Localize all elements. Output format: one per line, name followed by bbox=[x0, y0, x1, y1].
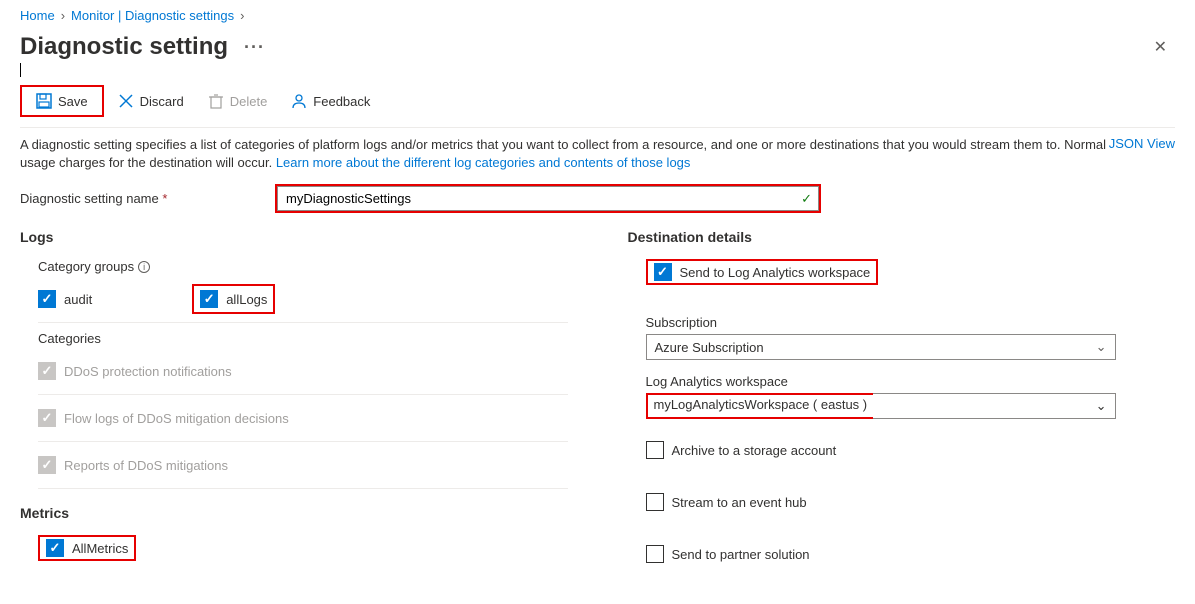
send-la-checkbox[interactable] bbox=[654, 263, 672, 281]
command-bar: Save Discard Delete Feedback bbox=[20, 85, 1175, 117]
name-label: Diagnostic setting name * bbox=[20, 191, 275, 206]
close-icon[interactable]: ✕ bbox=[1146, 33, 1175, 61]
ddos-notify-checkbox bbox=[38, 362, 56, 380]
delete-button: Delete bbox=[198, 89, 278, 113]
logs-title: Logs bbox=[20, 229, 568, 245]
json-view-link[interactable]: JSON View bbox=[1109, 136, 1175, 151]
chevron-down-icon: ⌄ bbox=[1096, 339, 1107, 355]
allmetrics-label: AllMetrics bbox=[72, 541, 128, 556]
trash-icon bbox=[208, 93, 224, 109]
check-icon: ✓ bbox=[801, 191, 812, 207]
feedback-button[interactable]: Feedback bbox=[281, 89, 380, 113]
text-cursor bbox=[20, 63, 21, 77]
chevron-right-icon: › bbox=[240, 8, 244, 23]
learn-more-link[interactable]: Learn more about the different log categ… bbox=[276, 155, 691, 170]
send-la-label: Send to Log Analytics workspace bbox=[680, 265, 871, 280]
partner-label: Send to partner solution bbox=[672, 547, 810, 562]
ddos-flow-checkbox bbox=[38, 409, 56, 427]
ddos-notify-label: DDoS protection notifications bbox=[64, 364, 232, 379]
workspace-select[interactable]: myLogAnalyticsWorkspace ( eastus ) ⌄ bbox=[646, 393, 1116, 419]
ddos-reports-checkbox bbox=[38, 456, 56, 474]
info-icon[interactable]: i bbox=[138, 261, 150, 273]
stream-checkbox[interactable] bbox=[646, 493, 664, 511]
description-text: A diagnostic setting specifies a list of… bbox=[20, 136, 1120, 172]
category-groups-label: Category groups i bbox=[20, 259, 568, 274]
partner-checkbox[interactable] bbox=[646, 545, 664, 563]
save-icon bbox=[36, 93, 52, 109]
discard-button[interactable]: Discard bbox=[108, 89, 194, 113]
archive-checkbox[interactable] bbox=[646, 441, 664, 459]
more-icon[interactable]: ··· bbox=[244, 37, 265, 58]
breadcrumb-monitor[interactable]: Monitor | Diagnostic settings bbox=[71, 8, 234, 23]
close-icon bbox=[118, 93, 134, 109]
page-title: Diagnostic setting ··· bbox=[20, 33, 265, 61]
chevron-right-icon: › bbox=[61, 8, 65, 23]
breadcrumb: Home › Monitor | Diagnostic settings › bbox=[20, 8, 1175, 23]
alllogs-label: allLogs bbox=[226, 292, 267, 307]
audit-label: audit bbox=[64, 292, 92, 307]
workspace-label: Log Analytics workspace bbox=[646, 374, 1176, 389]
subscription-label: Subscription bbox=[646, 315, 1176, 330]
ddos-reports-label: Reports of DDoS mitigations bbox=[64, 458, 228, 473]
audit-checkbox[interactable] bbox=[38, 290, 56, 308]
ddos-flow-label: Flow logs of DDoS mitigation decisions bbox=[64, 411, 289, 426]
stream-label: Stream to an event hub bbox=[672, 495, 807, 510]
destination-title: Destination details bbox=[628, 229, 1176, 245]
save-button[interactable]: Save bbox=[26, 89, 98, 113]
diagnostic-name-input[interactable]: ✓ bbox=[277, 186, 819, 211]
alllogs-checkbox[interactable] bbox=[200, 290, 218, 308]
archive-label: Archive to a storage account bbox=[672, 443, 837, 458]
chevron-down-icon: ⌄ bbox=[1096, 398, 1107, 414]
categories-label: Categories bbox=[20, 331, 568, 346]
subscription-select[interactable]: Azure Subscription ⌄ bbox=[646, 334, 1116, 360]
metrics-title: Metrics bbox=[20, 505, 568, 521]
allmetrics-checkbox[interactable] bbox=[46, 539, 64, 557]
person-icon bbox=[291, 93, 307, 109]
breadcrumb-home[interactable]: Home bbox=[20, 8, 55, 23]
